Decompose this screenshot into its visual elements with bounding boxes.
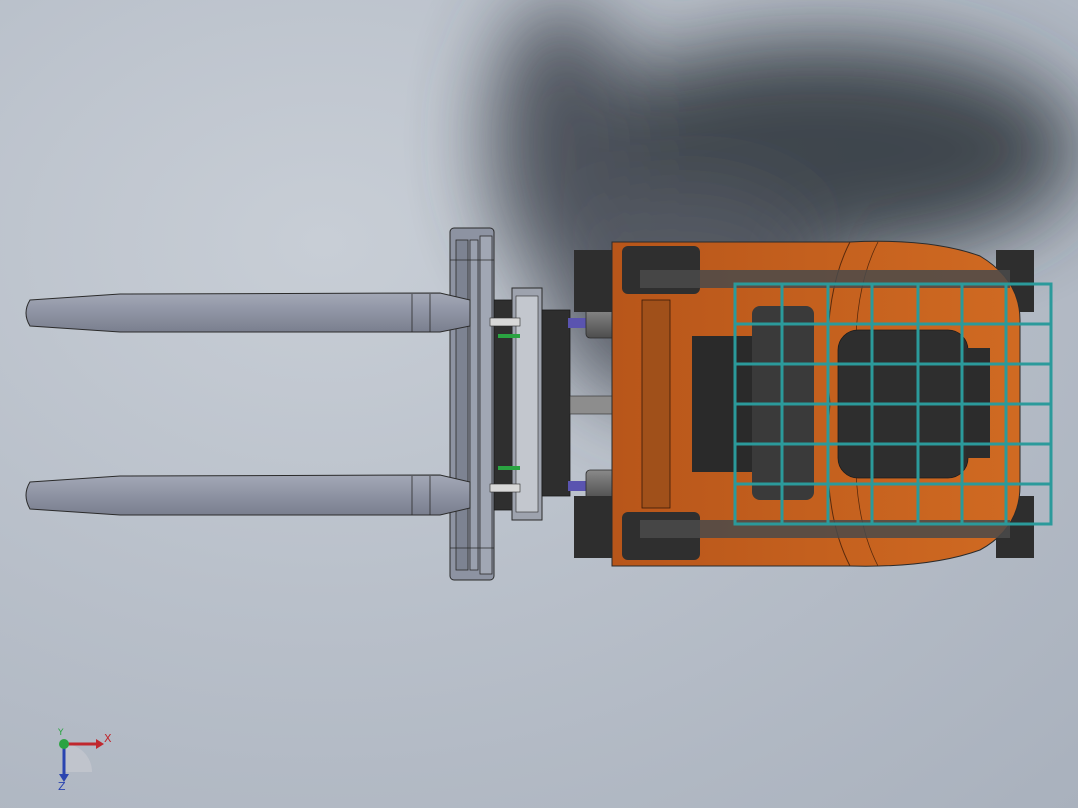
fork-lower[interactable] (25, 474, 471, 516)
forklift-model[interactable] (0, 0, 1078, 808)
fork-carriage[interactable] (449, 227, 495, 581)
orientation-triad[interactable]: X Y Z (48, 728, 128, 798)
triad-y-label: Y (58, 728, 64, 738)
triad-z-label: Z (58, 780, 66, 793)
graphics-viewport[interactable]: X Y Z (0, 0, 1078, 808)
triad-x-label: X (104, 732, 112, 745)
fork-upper[interactable] (25, 292, 471, 333)
